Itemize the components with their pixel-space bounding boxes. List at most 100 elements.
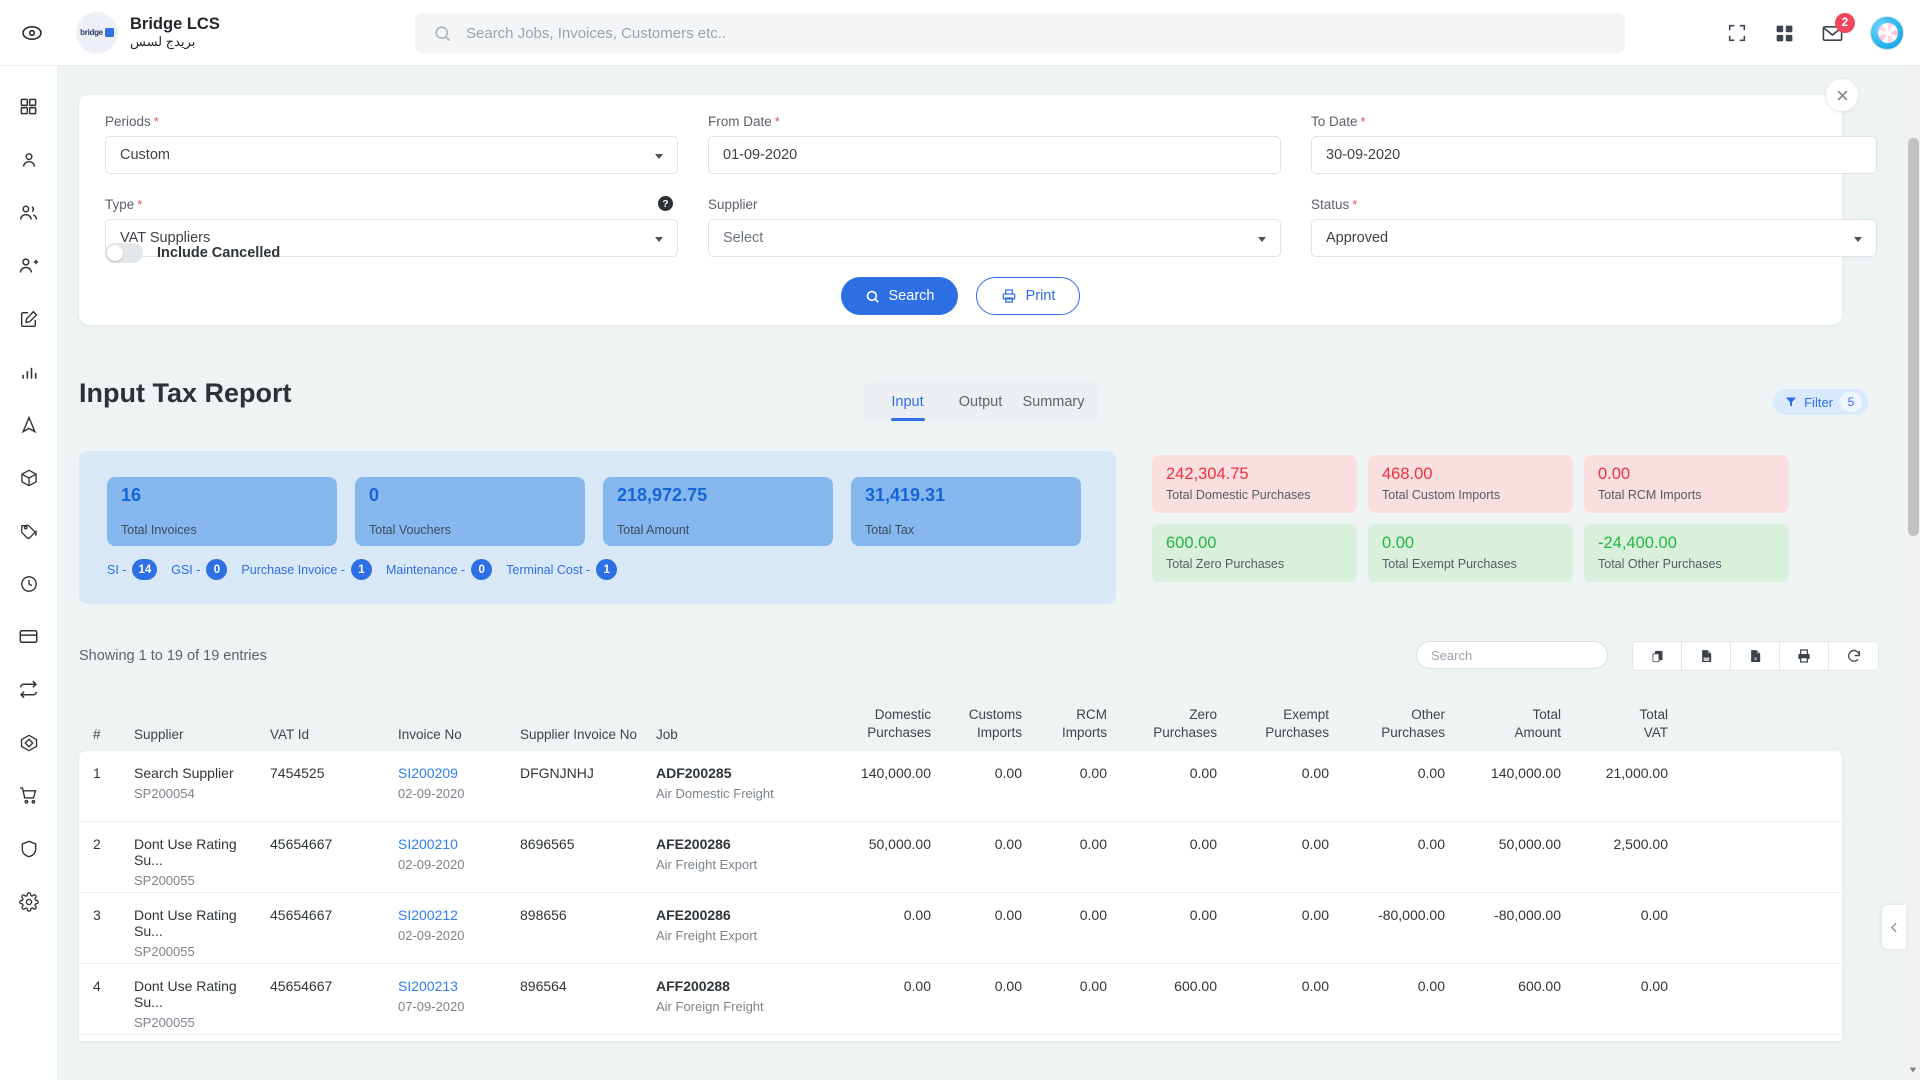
tab-summary[interactable]: Summary bbox=[1017, 382, 1090, 422]
search-button[interactable]: Search bbox=[841, 277, 958, 315]
csv-button[interactable]: CSV bbox=[1682, 642, 1731, 670]
th-line1: Total bbox=[1532, 706, 1561, 722]
table-search-input[interactable] bbox=[1431, 647, 1593, 663]
gear-icon bbox=[18, 891, 39, 912]
sidebar-item-jobs[interactable] bbox=[0, 398, 58, 451]
field-status: Status * Approved bbox=[1311, 196, 1877, 257]
filter-pill-label: Filter bbox=[1804, 394, 1833, 410]
invoice-link[interactable]: SI200213 bbox=[398, 978, 502, 994]
from-date-input[interactable]: 01-09-2020 bbox=[708, 136, 1281, 174]
package-icon bbox=[20, 469, 37, 486]
page-title: Input Tax Report bbox=[79, 378, 292, 408]
summary-value: 242,304.75 bbox=[1166, 465, 1249, 484]
search-button-label: Search bbox=[888, 288, 935, 304]
brand-logo[interactable]: bridge Bridge LCS بريدج لسس bbox=[76, 11, 220, 54]
sidebar-item-settings[interactable] bbox=[0, 875, 58, 928]
cell-supplier-invoice-no: 898656 bbox=[520, 907, 567, 923]
table-row[interactable]: 1 Search Supplier SP200054 7454525 SI200… bbox=[79, 751, 1842, 822]
sidebar-item-transfers[interactable] bbox=[0, 663, 58, 716]
cell-zero: 0.00 bbox=[1189, 836, 1217, 852]
th-domestic-purchases: Domestic Purchases bbox=[823, 706, 940, 742]
print-button[interactable] bbox=[1780, 642, 1829, 670]
caret-down-icon bbox=[1909, 1067, 1917, 1073]
table-row[interactable]: 3 Dont Use Rating Su... SP200055 4565466… bbox=[79, 893, 1842, 964]
printer-icon bbox=[1798, 649, 1810, 663]
sidebar-item-payments[interactable] bbox=[0, 610, 58, 663]
fullscreen-button[interactable] bbox=[1726, 22, 1748, 44]
stat-cards: 16 Total Invoices 0 Total Vouchers 218,9… bbox=[107, 477, 1081, 546]
job-code: AFE200286 bbox=[656, 907, 731, 923]
to-date-input[interactable]: 30-09-2020 bbox=[1311, 136, 1877, 174]
sidebar-item-quotation[interactable] bbox=[0, 292, 58, 345]
sidebar-item-users[interactable] bbox=[0, 186, 58, 239]
help-icon[interactable]: ? bbox=[658, 196, 673, 211]
sidebar-item-pricing[interactable] bbox=[0, 504, 58, 557]
sidebar-item-reports[interactable] bbox=[0, 345, 58, 398]
th-invoice-no: Invoice No bbox=[398, 727, 462, 742]
sidebar-toggle-button[interactable] bbox=[0, 21, 64, 45]
stat-value: 0 bbox=[369, 485, 380, 505]
cell-index: 3 bbox=[93, 907, 101, 923]
periods-select[interactable]: Custom bbox=[105, 136, 678, 174]
print-button[interactable]: Print bbox=[976, 277, 1080, 315]
cell-domestic: 0.00 bbox=[903, 907, 931, 923]
sidebar-item-dashboard[interactable] bbox=[0, 80, 58, 133]
status-value: Approved bbox=[1326, 230, 1389, 246]
breakdown-count: 0 bbox=[471, 559, 493, 580]
brand-name-en: Bridge LCS bbox=[130, 14, 220, 33]
sidebar-item-customer[interactable] bbox=[0, 133, 58, 186]
refresh-button[interactable] bbox=[1829, 642, 1878, 670]
global-search[interactable] bbox=[415, 13, 1625, 53]
page-scrollbar[interactable] bbox=[1906, 66, 1920, 1080]
copy-button[interactable] bbox=[1633, 642, 1682, 670]
include-cancelled-toggle[interactable] bbox=[105, 243, 143, 263]
scrollbar-thumb[interactable] bbox=[1908, 138, 1919, 536]
supplier-select[interactable]: Select bbox=[708, 219, 1281, 257]
th-line1: RCM bbox=[1076, 706, 1107, 722]
summary-card-rcm-imports: 0.00 Total RCM Imports bbox=[1584, 455, 1789, 513]
sidebar-item-add-user[interactable] bbox=[0, 239, 58, 292]
th-line1: Total bbox=[1639, 706, 1668, 722]
excel-file-icon: x bbox=[1750, 650, 1760, 662]
tab-output[interactable]: Output bbox=[944, 382, 1017, 422]
sidebar-item-inventory[interactable] bbox=[0, 716, 58, 769]
table-tools: CSV x bbox=[1632, 641, 1879, 671]
sidebar-item-security[interactable] bbox=[0, 822, 58, 875]
cell-total-amount: 140,000.00 bbox=[1490, 765, 1561, 781]
filter-toggle-button[interactable]: Filter 5 bbox=[1773, 389, 1868, 415]
grid-icon bbox=[20, 98, 37, 115]
invoice-link[interactable]: SI200212 bbox=[398, 907, 502, 923]
job-code: AFF200288 bbox=[656, 978, 730, 994]
sidebar-item-purchase[interactable] bbox=[0, 769, 58, 822]
filter-actions: Search Print bbox=[79, 277, 1842, 315]
scroll-down-button[interactable] bbox=[1907, 1064, 1919, 1076]
table-row[interactable]: 2 Dont Use Rating Su... SP200055 4565466… bbox=[79, 822, 1842, 893]
cell-domestic: 140,000.00 bbox=[860, 765, 931, 781]
panel-collapse-handle[interactable] bbox=[1882, 905, 1906, 949]
global-search-input[interactable] bbox=[466, 24, 1587, 42]
table-row[interactable]: 4 Dont Use Rating Su... SP200055 4565466… bbox=[79, 964, 1842, 1035]
stat-label: Total Tax bbox=[865, 523, 915, 537]
invoice-link[interactable]: SI200209 bbox=[398, 765, 502, 781]
avatar[interactable] bbox=[1870, 16, 1904, 50]
cell-supplier: Dont Use Rating Su... SP200055 bbox=[125, 978, 261, 1030]
include-cancelled-row: Include Cancelled bbox=[105, 243, 280, 263]
sidebar-item-history[interactable] bbox=[0, 557, 58, 610]
breakdown-count: 1 bbox=[596, 559, 618, 580]
th-job: Job bbox=[656, 727, 678, 742]
th-line2: Imports bbox=[1061, 724, 1107, 740]
apps-button[interactable] bbox=[1774, 23, 1795, 44]
refresh-icon bbox=[1847, 649, 1860, 662]
stats-breakdown: SI - 14 GSI - 0 Purchase Invoice - 1 Mai… bbox=[107, 559, 618, 580]
field-periods: Periods * Custom bbox=[105, 113, 678, 174]
messages-button[interactable]: 2 bbox=[1821, 12, 1855, 45]
invoice-link[interactable]: SI200210 bbox=[398, 836, 502, 852]
status-select[interactable]: Approved bbox=[1311, 219, 1877, 257]
close-filter-button[interactable] bbox=[1825, 78, 1859, 112]
sidebar-item-shipment[interactable] bbox=[0, 451, 58, 504]
supplier-code: SP200055 bbox=[134, 1015, 195, 1030]
excel-button[interactable]: x bbox=[1731, 642, 1780, 670]
cell-total-amount: 600.00 bbox=[1518, 978, 1561, 994]
table-search[interactable] bbox=[1416, 641, 1608, 669]
tab-input[interactable]: Input bbox=[871, 382, 944, 422]
